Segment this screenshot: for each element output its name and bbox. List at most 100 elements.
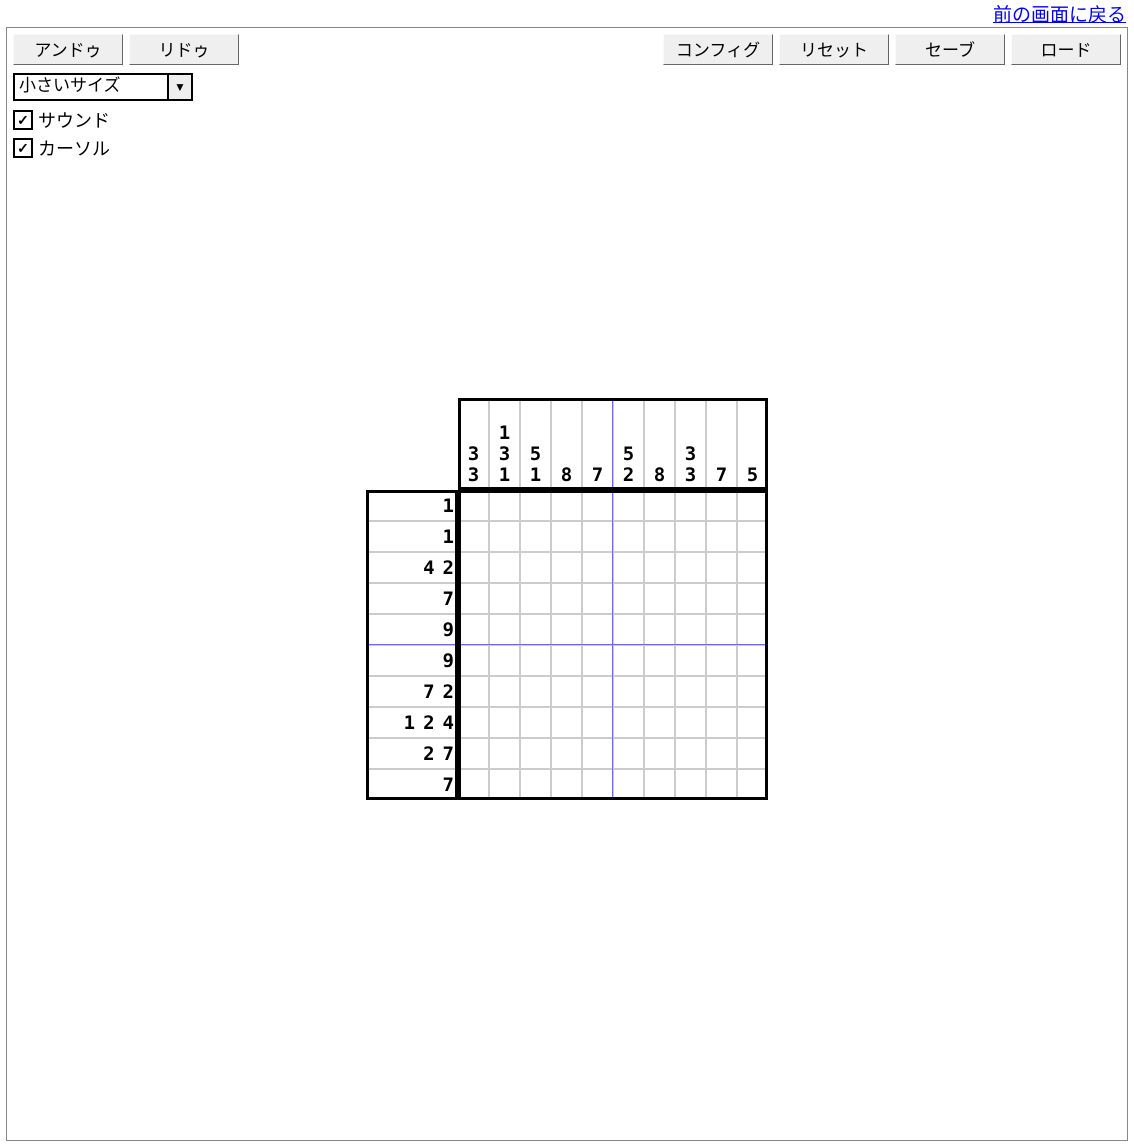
grid-cell[interactable] [706, 490, 737, 521]
grid-cell[interactable] [613, 614, 644, 645]
grid-cell[interactable] [489, 645, 520, 676]
grid-cell[interactable] [489, 552, 520, 583]
grid-cell[interactable] [458, 707, 489, 738]
grid-cell[interactable] [551, 614, 582, 645]
grid-cell[interactable] [644, 769, 675, 800]
grid-cell[interactable] [613, 738, 644, 769]
grid-cell[interactable] [613, 707, 644, 738]
reset-button[interactable]: リセット [779, 34, 889, 65]
grid-cell[interactable] [551, 645, 582, 676]
grid-cell[interactable] [520, 614, 551, 645]
grid-cell[interactable] [613, 552, 644, 583]
grid-cell[interactable] [737, 614, 768, 645]
grid-cell[interactable] [613, 676, 644, 707]
grid-cell[interactable] [520, 645, 551, 676]
grid-cell[interactable] [675, 738, 706, 769]
grid-cell[interactable] [582, 583, 613, 614]
grid-cell[interactable] [458, 583, 489, 614]
grid-cell[interactable] [582, 769, 613, 800]
grid-cell[interactable] [675, 707, 706, 738]
redo-button[interactable]: リドゥ [129, 34, 239, 65]
grid-cell[interactable] [706, 769, 737, 800]
grid-cell[interactable] [551, 490, 582, 521]
grid-cell[interactable] [582, 490, 613, 521]
grid-cell[interactable] [737, 676, 768, 707]
load-button[interactable]: ロード [1011, 34, 1121, 65]
grid-cell[interactable] [675, 521, 706, 552]
grid-cell[interactable] [644, 738, 675, 769]
grid-cell[interactable] [737, 738, 768, 769]
grid-cell[interactable] [551, 707, 582, 738]
grid-cell[interactable] [582, 738, 613, 769]
grid-cell[interactable] [737, 645, 768, 676]
grid-cell[interactable] [644, 552, 675, 583]
grid-cell[interactable] [520, 738, 551, 769]
grid-cell[interactable] [613, 583, 644, 614]
grid-cell[interactable] [489, 676, 520, 707]
grid-cell[interactable] [737, 552, 768, 583]
grid-cell[interactable] [582, 676, 613, 707]
grid-cell[interactable] [458, 645, 489, 676]
grid-cell[interactable] [582, 645, 613, 676]
grid-cell[interactable] [706, 614, 737, 645]
grid-cell[interactable] [675, 676, 706, 707]
grid-cell[interactable] [458, 552, 489, 583]
size-select[interactable]: 小さいサイズ ▼ [13, 73, 193, 101]
grid-cell[interactable] [706, 583, 737, 614]
grid-cell[interactable] [458, 769, 489, 800]
grid-cell[interactable] [737, 707, 768, 738]
grid-cell[interactable] [706, 552, 737, 583]
grid-cell[interactable] [706, 707, 737, 738]
grid-cell[interactable] [613, 769, 644, 800]
grid-cell[interactable] [644, 614, 675, 645]
back-link[interactable]: 前の画面に戻る [993, 5, 1126, 26]
grid-cell[interactable] [582, 552, 613, 583]
grid-cell[interactable] [489, 738, 520, 769]
grid-cell[interactable] [644, 490, 675, 521]
grid-cell[interactable] [520, 707, 551, 738]
grid-cell[interactable] [706, 645, 737, 676]
grid-cell[interactable] [644, 707, 675, 738]
grid-cell[interactable] [582, 614, 613, 645]
grid-cell[interactable] [737, 583, 768, 614]
grid-cell[interactable] [675, 552, 706, 583]
grid-cell[interactable] [520, 490, 551, 521]
grid-cell[interactable] [706, 521, 737, 552]
grid-cell[interactable] [520, 769, 551, 800]
grid-cell[interactable] [458, 490, 489, 521]
grid-cell[interactable] [613, 521, 644, 552]
grid-cell[interactable] [644, 583, 675, 614]
grid-cell[interactable] [551, 552, 582, 583]
grid-cell[interactable] [582, 707, 613, 738]
grid-cell[interactable] [489, 490, 520, 521]
grid-cell[interactable] [582, 521, 613, 552]
grid-cell[interactable] [489, 583, 520, 614]
sound-checkbox[interactable]: ✓ [13, 110, 33, 130]
grid-cell[interactable] [675, 490, 706, 521]
grid-cell[interactable] [551, 738, 582, 769]
grid-cell[interactable] [675, 645, 706, 676]
grid-cell[interactable] [458, 614, 489, 645]
grid-cell[interactable] [489, 769, 520, 800]
undo-button[interactable]: アンドゥ [13, 34, 123, 65]
grid-cell[interactable] [520, 676, 551, 707]
grid-cell[interactable] [644, 676, 675, 707]
grid-cell[interactable] [551, 521, 582, 552]
config-button[interactable]: コンフィグ [663, 34, 773, 65]
grid-cell[interactable] [644, 645, 675, 676]
grid-cell[interactable] [675, 769, 706, 800]
grid-cell[interactable] [520, 552, 551, 583]
grid-cell[interactable] [458, 521, 489, 552]
grid-cell[interactable] [613, 490, 644, 521]
grid-cell[interactable] [737, 521, 768, 552]
grid-cell[interactable] [613, 645, 644, 676]
grid-cell[interactable] [737, 490, 768, 521]
save-button[interactable]: セーブ [895, 34, 1005, 65]
grid-cell[interactable] [706, 676, 737, 707]
grid-cell[interactable] [520, 583, 551, 614]
grid-cell[interactable] [520, 521, 551, 552]
grid-cell[interactable] [737, 769, 768, 800]
grid-cell[interactable] [551, 583, 582, 614]
grid-cell[interactable] [675, 583, 706, 614]
grid-cell[interactable] [458, 738, 489, 769]
